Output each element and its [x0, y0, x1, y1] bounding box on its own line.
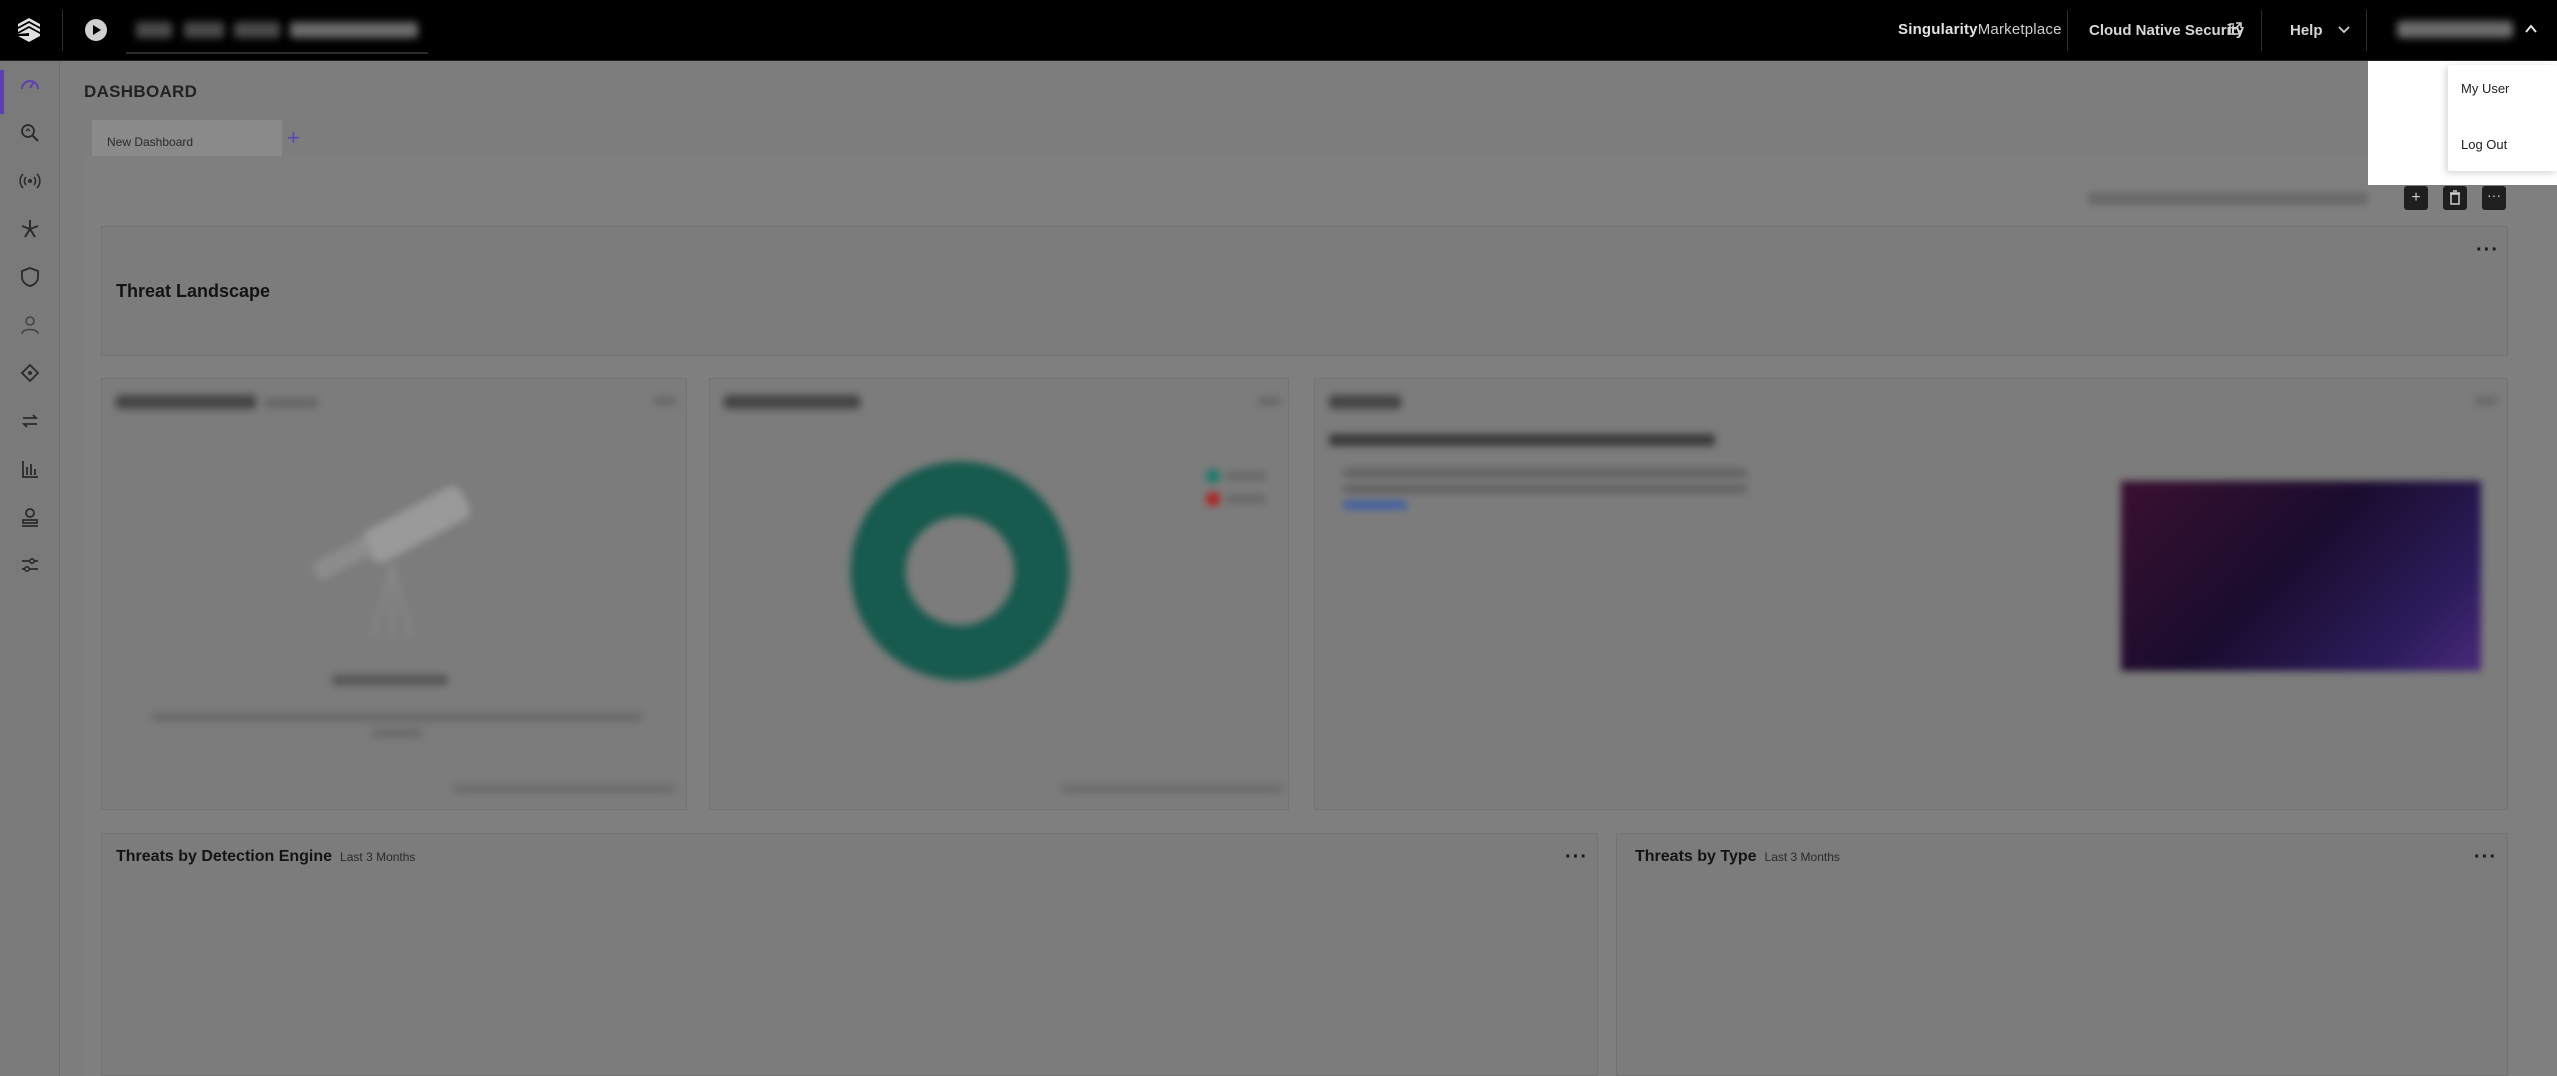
card-more-icon[interactable]: ···	[2474, 847, 2497, 867]
user-menu-dropdown: My User Log Out	[2448, 65, 2557, 171]
blog-feed-card	[1314, 378, 2508, 810]
scope-toggle-play-icon[interactable]	[85, 19, 107, 41]
help-menu-button[interactable]: Help	[2290, 22, 2323, 39]
sidebar-nav	[0, 61, 60, 1076]
user-menu-button[interactable]	[2397, 21, 2513, 38]
dashboard-saved-status	[2088, 192, 2368, 205]
sliders-icon[interactable]	[18, 553, 42, 577]
search-icon[interactable]	[18, 121, 42, 145]
topbar-divider	[2067, 10, 2068, 51]
chevron-up-icon[interactable]	[2522, 20, 2540, 38]
menu-item-log-out[interactable]: Log Out	[2461, 137, 2507, 152]
chevron-down-icon[interactable]	[2336, 21, 2352, 37]
stamp-icon[interactable]	[18, 505, 42, 529]
card-title: Threats by Detection Engine Last 3 Months	[116, 848, 416, 865]
card-more-icon[interactable]: ···	[1565, 847, 1588, 867]
external-link-icon	[2229, 22, 2242, 35]
threats-by-type-card: Threats by Type Last 3 Months ···	[1616, 833, 2508, 1076]
add-tab-button[interactable]: +	[287, 126, 300, 150]
singularity-marketplace-link[interactable]: SingularityMarketplace	[1898, 21, 2062, 38]
sync-icon[interactable]	[18, 409, 42, 433]
threat-landscape-card: Threat Landscape ···	[101, 226, 2508, 356]
telescope-illustration-icon	[312, 486, 470, 640]
topbar-divider	[2261, 10, 2262, 51]
cloud-native-security-link[interactable]: Cloud Native Security	[2089, 22, 2244, 39]
trash-icon	[2450, 190, 2460, 205]
threat-landscape-title: Threat Landscape	[116, 281, 271, 301]
bar-chart-icon[interactable]	[18, 457, 42, 481]
dashboard-gauge-icon[interactable]	[18, 73, 42, 97]
scope-selector[interactable]	[126, 10, 428, 54]
topbar-divider	[62, 10, 63, 51]
menu-item-my-user[interactable]: My User	[2461, 81, 2509, 96]
dashboard-more-button[interactable]: ···	[2482, 186, 2506, 210]
donut-chart	[850, 461, 1070, 681]
diamond-tag-icon[interactable]	[18, 361, 42, 385]
sidebar-active-indicator	[0, 70, 4, 114]
threats-by-detection-engine-card: Threats by Detection Engine Last 3 Months…	[101, 833, 1598, 1076]
sentinelone-logo-icon[interactable]	[14, 15, 44, 45]
unresolved-threats-card	[101, 378, 687, 810]
top-bar: SingularityMarketplace Cloud Native Secu…	[0, 0, 2557, 61]
tab-new-dashboard[interactable]: New Dashboard	[92, 120, 282, 156]
delete-dashboard-button[interactable]	[2443, 186, 2467, 210]
user-icon[interactable]	[18, 313, 42, 337]
add-widget-button[interactable]: +	[2404, 186, 2428, 210]
shield-icon[interactable]	[18, 265, 42, 289]
page-title: DASHBOARD	[84, 82, 198, 101]
topbar-divider	[2366, 10, 2367, 51]
card-title: Threats by Type Last 3 Months	[1635, 848, 1840, 865]
star-burst-icon[interactable]	[18, 217, 42, 241]
broadcast-icon[interactable]	[18, 169, 42, 193]
infected-endpoints-card	[709, 378, 1289, 810]
card-more-icon[interactable]: ···	[2476, 240, 2499, 260]
